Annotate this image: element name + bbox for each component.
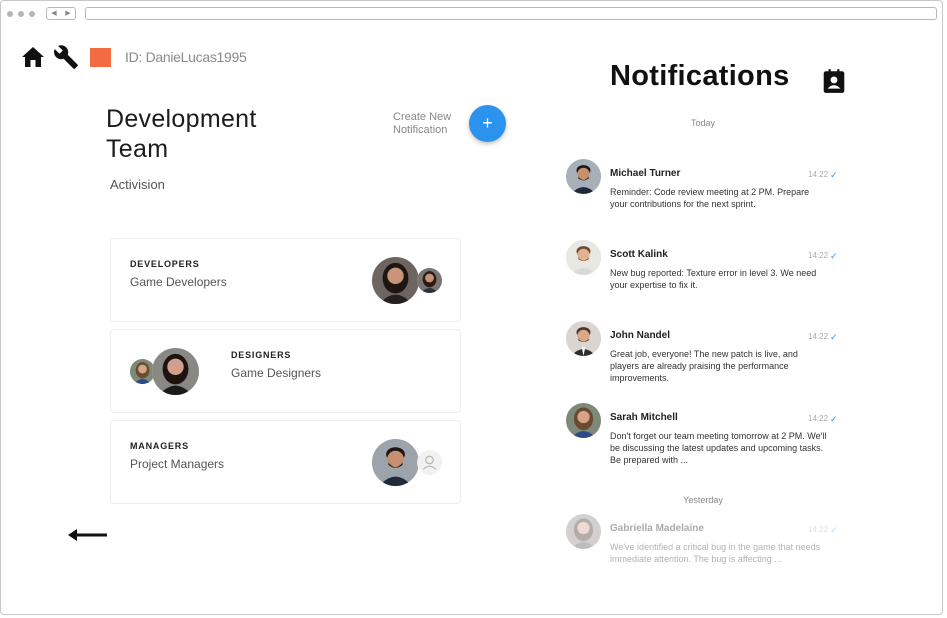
user-id-label: ID: DanieLucas1995 bbox=[125, 49, 247, 65]
avatar bbox=[566, 159, 601, 194]
browser-chrome: ◀ ▶ bbox=[1, 1, 942, 25]
sender-name: Michael Turner bbox=[610, 168, 681, 179]
message-text: New bug reported: Texture error in level… bbox=[610, 268, 817, 290]
avatar bbox=[566, 321, 601, 356]
timestamp: 14:22 bbox=[808, 170, 829, 179]
team-title: Development Team bbox=[106, 105, 257, 163]
message-text: Reminder: Code review meeting at 2 PM. P… bbox=[610, 187, 810, 209]
notification-item[interactable]: John Nandel 14:22 ✓ Great job, everyone!… bbox=[566, 321, 846, 393]
browser-nav-buttons[interactable]: ◀ ▶ bbox=[46, 7, 76, 20]
sender-name: John Nandel bbox=[610, 330, 671, 341]
check-icon: ✓ bbox=[830, 170, 838, 180]
group-name: Game Developers bbox=[130, 275, 227, 289]
avatar-placeholder bbox=[417, 450, 442, 475]
timestamp: 14:22 bbox=[808, 414, 829, 423]
check-icon: ✓ bbox=[830, 525, 838, 535]
check-icon: ✓ bbox=[830, 414, 838, 424]
group-name: Game Designers bbox=[231, 366, 322, 380]
group-name: Project Managers bbox=[130, 457, 225, 471]
group-kicker: MANAGERS bbox=[130, 441, 189, 451]
check-icon: ✓ bbox=[830, 332, 838, 342]
timestamp: 14:22 bbox=[808, 525, 829, 534]
message-text: Great job, everyone! The new patch is li… bbox=[610, 349, 798, 383]
notifications-title: Notifications bbox=[610, 60, 790, 92]
avatar bbox=[566, 514, 601, 549]
top-toolbar: ID: DanieLucas1995 bbox=[20, 44, 247, 70]
day-separator-today: Today bbox=[690, 118, 716, 128]
wrench-icon[interactable] bbox=[53, 44, 79, 70]
message-text: Don't forget our team meeting tomorrow a… bbox=[610, 431, 827, 465]
address-bar[interactable] bbox=[85, 7, 937, 20]
group-kicker: DEVELOPERS bbox=[130, 259, 200, 269]
check-icon: ✓ bbox=[830, 251, 838, 261]
sender-name: Scott Kalink bbox=[610, 249, 668, 260]
avatar bbox=[566, 403, 601, 438]
home-icon[interactable] bbox=[20, 44, 46, 70]
avatar bbox=[566, 240, 601, 275]
group-card-managers[interactable]: MANAGERS Project Managers bbox=[110, 420, 461, 504]
timestamp: 14:22 bbox=[808, 332, 829, 341]
create-notification-label: Create New Notification bbox=[393, 111, 452, 136]
contact-badge-icon[interactable] bbox=[821, 68, 847, 94]
window-dot bbox=[18, 11, 24, 17]
notification-item[interactable]: Sarah Mitchell 14:22 ✓ Don't forget our … bbox=[566, 403, 846, 475]
day-separator-yesterday: Yesterday bbox=[683, 495, 723, 505]
profile-color-square[interactable] bbox=[90, 47, 111, 67]
group-card-developers[interactable]: DEVELOPERS Game Developers bbox=[110, 238, 461, 322]
company-name: Activision bbox=[110, 177, 165, 192]
avatar bbox=[372, 439, 419, 486]
group-card-designers[interactable]: DESIGNERS Game Designers bbox=[110, 329, 461, 413]
avatar bbox=[417, 268, 442, 293]
arrow-left-icon[interactable] bbox=[67, 527, 109, 543]
avatar bbox=[152, 348, 199, 395]
plus-icon: + bbox=[482, 113, 493, 133]
notification-item[interactable]: Scott Kalink 14:22 ✓ New bug reported: T… bbox=[566, 240, 846, 312]
notification-item[interactable]: Michael Turner 14:22 ✓ Reminder: Code re… bbox=[566, 159, 846, 231]
create-notification-button[interactable]: + bbox=[469, 105, 506, 142]
message-text: We've identified a critical bug in the g… bbox=[610, 542, 821, 564]
timestamp: 14:22 bbox=[808, 251, 829, 260]
avatar bbox=[372, 257, 419, 304]
notification-item[interactable]: Gabriella Madelaine 14:22 ✓ We've identi… bbox=[566, 514, 846, 576]
forward-chevron-icon[interactable]: ▶ bbox=[65, 10, 70, 17]
sender-name: Gabriella Madelaine bbox=[610, 523, 704, 534]
sender-name: Sarah Mitchell bbox=[610, 412, 678, 423]
group-kicker: DESIGNERS bbox=[231, 350, 292, 360]
back-chevron-icon[interactable]: ◀ bbox=[51, 10, 56, 17]
window-dot bbox=[7, 11, 13, 17]
window-dot bbox=[29, 11, 35, 17]
